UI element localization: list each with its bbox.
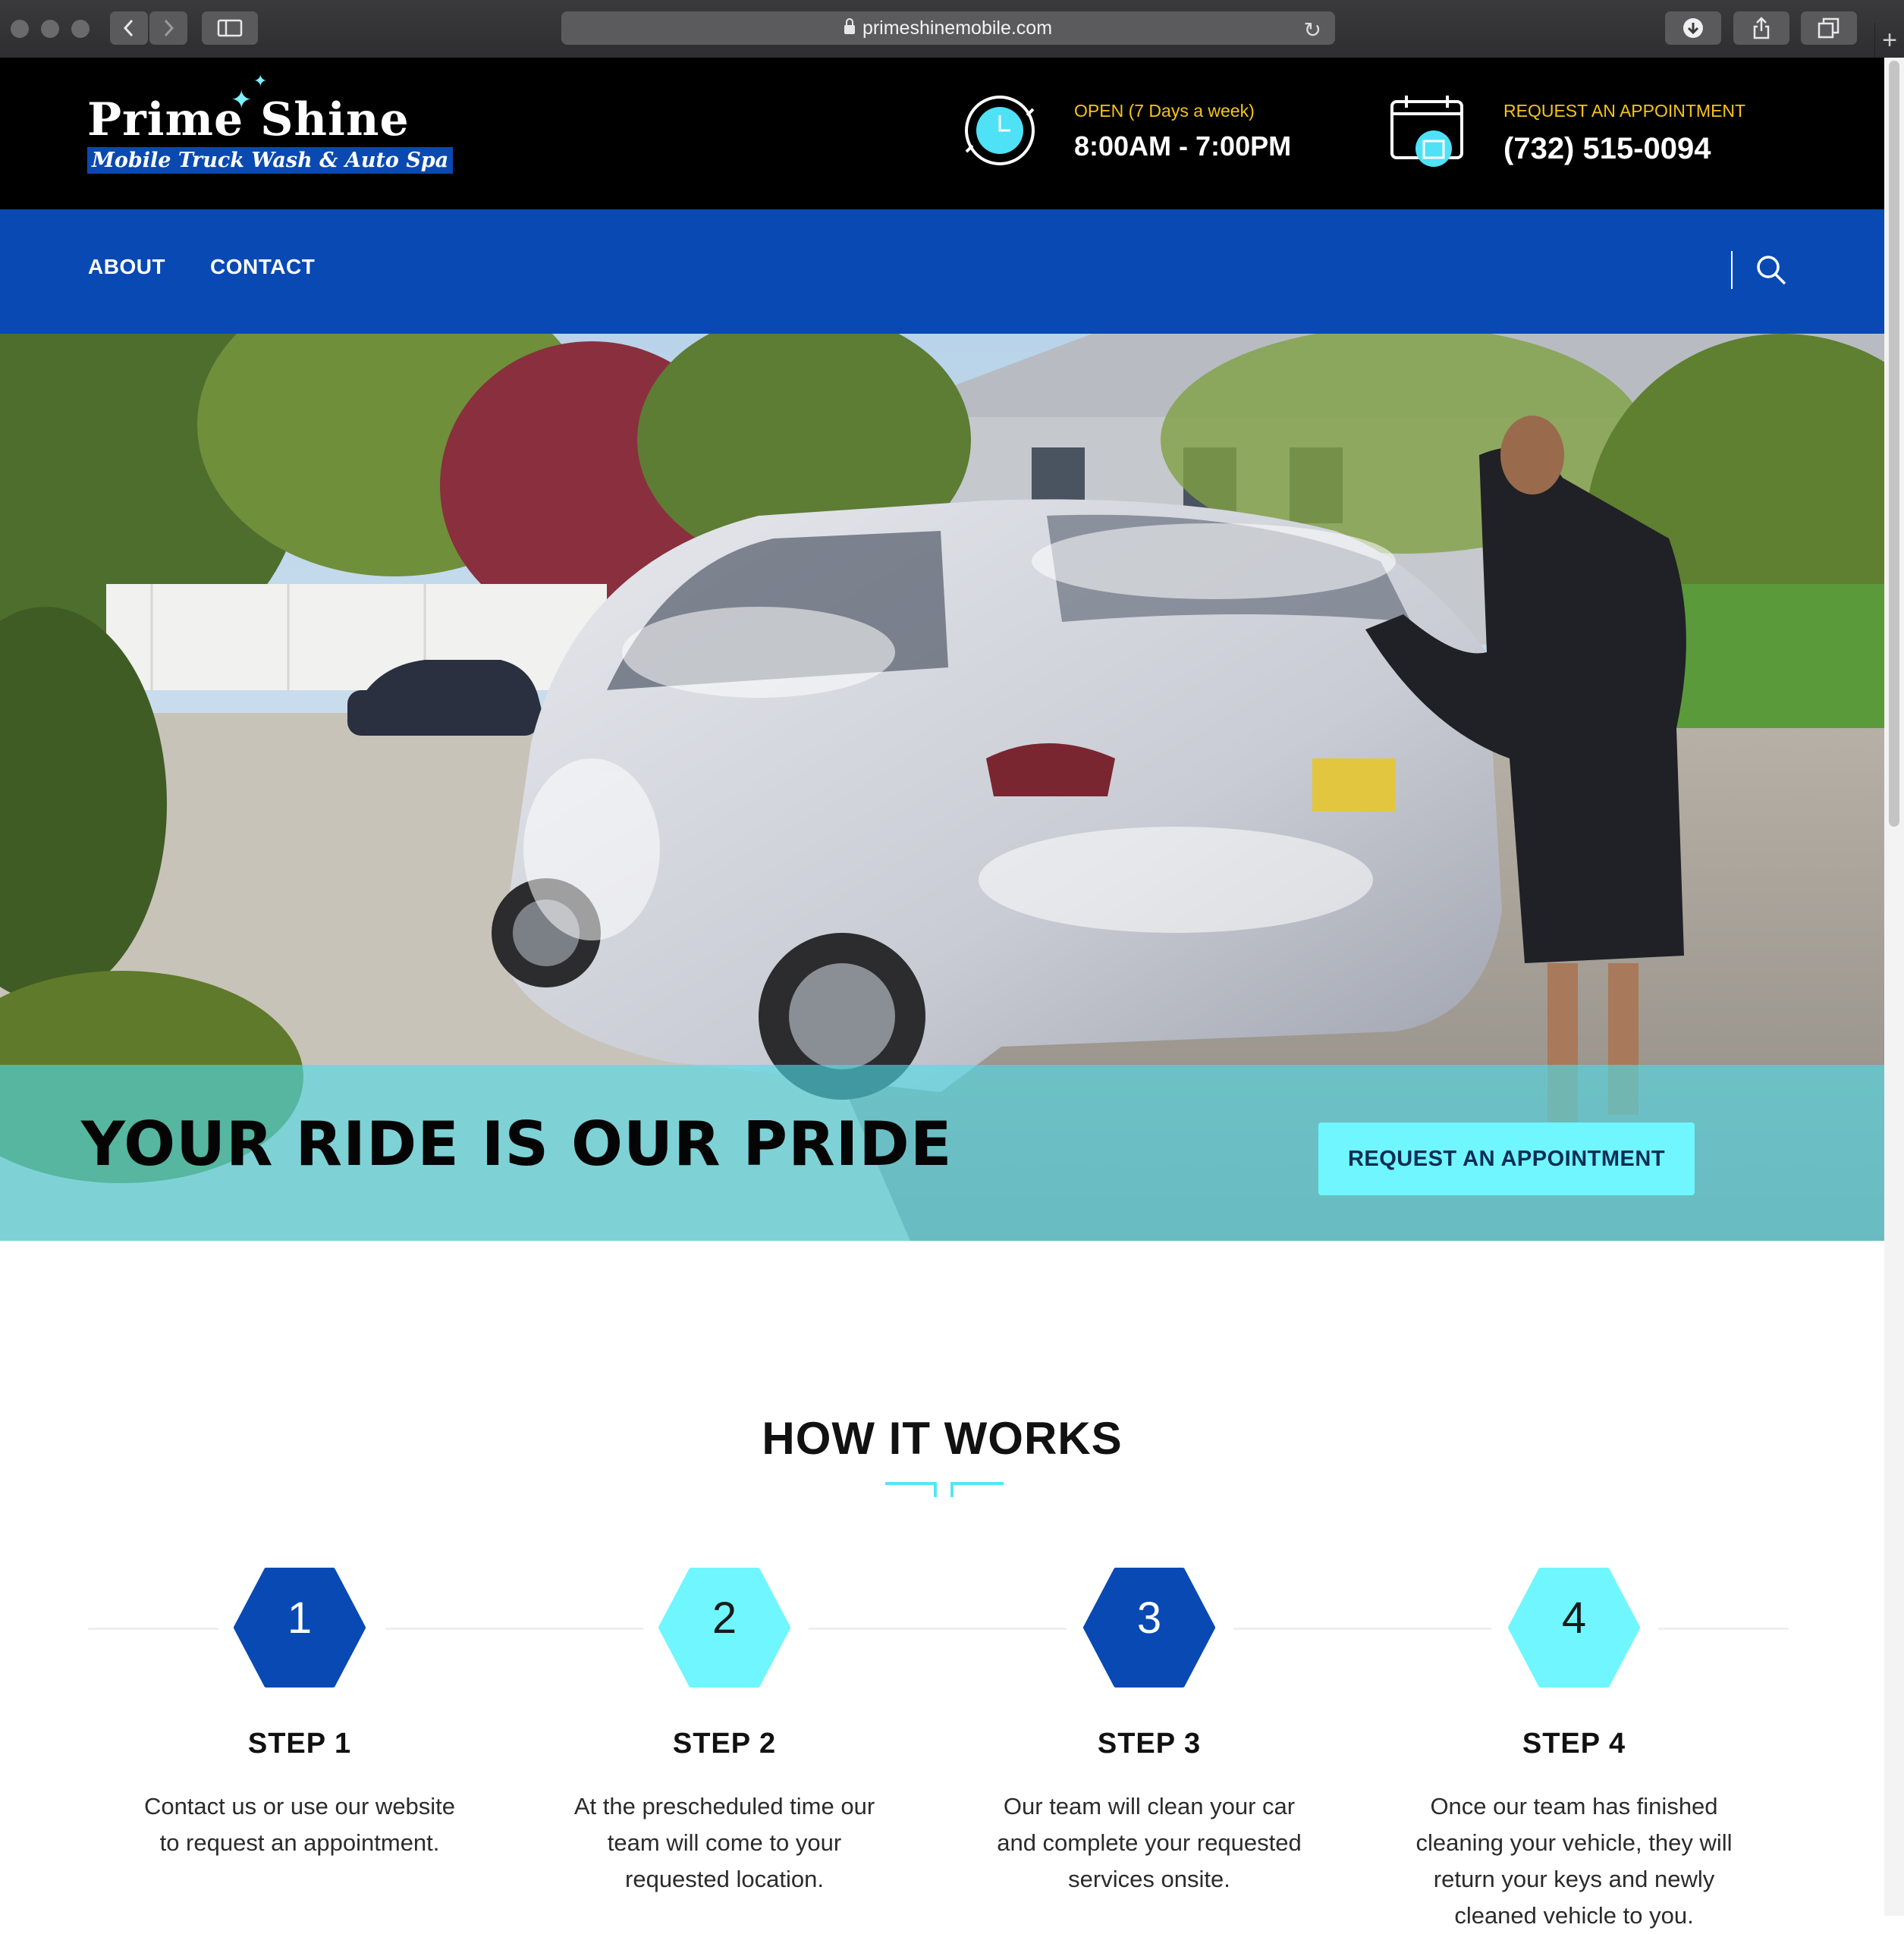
scrollbar-thumb[interactable] — [1889, 61, 1899, 827]
sidebar-icon — [217, 19, 243, 37]
downloads-button[interactable] — [1665, 11, 1721, 45]
forward-button[interactable] — [149, 11, 187, 45]
step-3-title: STEP 3 — [1097, 1728, 1202, 1760]
how-it-works-title: HOW IT WORKS — [762, 1413, 1123, 1464]
nav-divider — [1731, 251, 1733, 289]
step-connector — [88, 1628, 218, 1630]
phone-number[interactable]: (732) 515-0094 — [1503, 132, 1711, 166]
page-scrollbar[interactable] — [1884, 58, 1904, 1916]
step-1-title: STEP 1 — [247, 1728, 352, 1760]
calendar-icon — [1390, 96, 1463, 167]
step-connector — [385, 1628, 643, 1630]
logo[interactable]: Prime Shine Mobile Truck Wash & Auto Spa — [87, 93, 454, 174]
step-4-number: 4 — [1561, 1593, 1587, 1643]
minimize-window-button[interactable] — [41, 20, 59, 38]
chevron-right-icon — [164, 19, 174, 37]
hero-banner: YOUR RIDE IS OUR PRIDE REQUEST AN APPOIN… — [0, 334, 1884, 1241]
clock-icon — [965, 96, 1035, 165]
step-2-text: At the prescheduled time our team will c… — [573, 1793, 875, 1892]
step-4-title: STEP 4 — [1522, 1728, 1626, 1760]
hours-value: 8:00AM - 7:00PM — [1074, 130, 1292, 162]
tabs-icon — [1818, 17, 1840, 39]
share-icon — [1753, 17, 1770, 39]
sparkle-icon: ✦ — [253, 71, 268, 90]
step-connector — [1233, 1628, 1491, 1630]
step-3-number: 3 — [1136, 1593, 1162, 1643]
request-appointment-button[interactable]: REQUEST AN APPOINTMENT — [1318, 1122, 1695, 1195]
main-nav: ABOUT CONTACT — [0, 209, 1884, 334]
hero-headline: YOUR RIDE IS OUR PRIDE — [81, 1109, 953, 1179]
sparkle-icon: ✦ — [231, 86, 253, 115]
logo-name: Prime Shine — [87, 93, 410, 146]
lock-icon — [844, 18, 855, 34]
step-1-text: Contact us or use our website to request… — [143, 1793, 456, 1856]
tabs-overview-button[interactable] — [1801, 11, 1857, 45]
close-window-button[interactable] — [11, 20, 29, 38]
hours-label: OPEN (7 Days a week) — [1074, 101, 1255, 121]
sidebar-toggle-button[interactable] — [202, 11, 258, 45]
logo-tagline: Mobile Truck Wash & Auto Spa — [87, 147, 454, 174]
step-3-text: Our team will clean your car and complet… — [997, 1793, 1302, 1892]
site-header: Prime Shine Mobile Truck Wash & Auto Spa… — [0, 58, 1884, 209]
step-connector — [1658, 1628, 1789, 1630]
chevron-left-icon — [123, 19, 134, 37]
reload-icon[interactable]: ↻ — [1304, 17, 1321, 42]
step-2-number: 2 — [712, 1593, 737, 1643]
appointment-label[interactable]: REQUEST AN APPOINTMENT — [1503, 101, 1745, 121]
zoom-window-button[interactable] — [71, 20, 90, 38]
nav-item-contact[interactable]: CONTACT — [210, 255, 315, 279]
address-bar[interactable]: primeshinemobile.com ↻ — [561, 11, 1335, 45]
search-icon[interactable] — [1755, 254, 1787, 286]
step-4-text: Once our team has finished cleaning your… — [1415, 1793, 1733, 1929]
share-button[interactable] — [1733, 11, 1789, 45]
title-divider — [885, 1482, 1004, 1497]
nav-item-about[interactable]: ABOUT — [88, 255, 165, 279]
browser-toolbar: primeshinemobile.com ↻ + — [0, 0, 1904, 58]
step-connector — [809, 1628, 1067, 1630]
new-tab-button[interactable]: + — [1874, 23, 1904, 58]
back-button[interactable] — [110, 11, 148, 45]
url-text: primeshinemobile.com — [862, 17, 1053, 39]
download-icon — [1683, 18, 1703, 38]
step-1-number: 1 — [287, 1593, 313, 1643]
step-2-title: STEP 2 — [672, 1728, 777, 1760]
